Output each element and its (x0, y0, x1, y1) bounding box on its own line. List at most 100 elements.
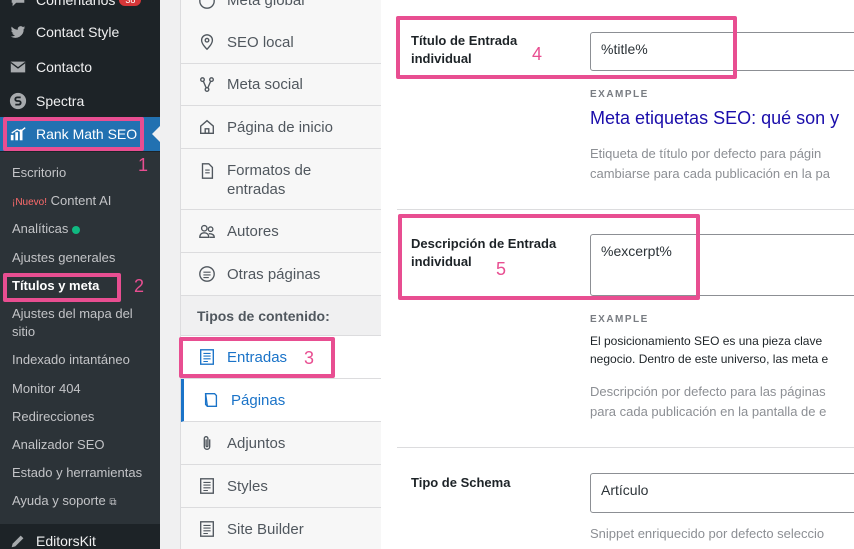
nav-seo-local-label: SEO local (227, 33, 294, 51)
schema-type-select[interactable]: Artículo (590, 473, 854, 513)
annotation-number-3: 3 (304, 348, 315, 368)
submenu-estado[interactable]: Estado y herramientas (12, 464, 154, 482)
current-menu-arrow (152, 126, 160, 142)
nav-meta-social-label: Meta social (227, 76, 303, 93)
nav-autores[interactable]: Autores (181, 210, 381, 253)
submenu-escritorio[interactable]: Escritorio (12, 164, 154, 182)
annotation-number-2: 2 (134, 276, 145, 296)
submenu-ayuda-label: Ayuda y soporte (12, 493, 106, 508)
description-example-line-2: negocio. Dentro de este universo, las me… (590, 352, 829, 366)
nav-otras-paginas[interactable]: Otras páginas (181, 253, 381, 296)
nav-adjuntos[interactable]: Adjuntos (181, 422, 381, 465)
submenu-redirecciones[interactable]: Redirecciones (12, 408, 154, 426)
title-example-label: EXAMPLE (590, 89, 649, 100)
submenu-ajustes-generales[interactable]: Ajustes generales (12, 249, 154, 267)
submenu-monitor-404[interactable]: Monitor 404 (12, 380, 154, 398)
title-template-input[interactable]: %title% (590, 32, 854, 71)
settings-content: Título de Entrada individual %title% EXA… (381, 0, 854, 549)
menu-spectra[interactable]: Spectra (0, 84, 160, 118)
twitter-bird-icon (8, 22, 28, 42)
title-help-line-2: cambiarse para cada publicación en la pa (590, 166, 830, 181)
post-icon (197, 347, 217, 367)
home-icon (197, 117, 217, 137)
separator (397, 447, 854, 448)
paperclip-icon (197, 433, 217, 453)
menu-contact-style[interactable]: Contact Style (0, 15, 160, 49)
wp-admin-sidebar: Comentarios 38 Contact Style Contacto Sp… (0, 0, 160, 549)
post-icon (197, 476, 217, 496)
nav-site-builder[interactable]: Site Builder (181, 508, 381, 549)
menu-rank-math-seo[interactable]: Rank Math SEO (0, 117, 160, 151)
description-template-input[interactable]: %excerpt% (590, 234, 854, 296)
annotation-number-5: 5 (496, 259, 507, 279)
nav-entradas-label: Entradas (227, 348, 288, 366)
title-field-label: Título de Entrada individual (411, 33, 518, 66)
post-icon (197, 519, 217, 539)
document-icon (197, 161, 217, 181)
envelope-icon (8, 57, 28, 77)
spectra-icon (8, 91, 28, 111)
status-dot (72, 225, 81, 234)
schema-field-label: Tipo de Schema (411, 475, 511, 490)
nav-autores-label: Autores (227, 222, 279, 240)
submenu-analizador[interactable]: Analizador SEO (12, 436, 154, 454)
nav-formatos-label: Formatos de entradas (227, 162, 312, 198)
page: Comentarios 38 Contact Style Contacto Sp… (0, 0, 854, 549)
separator (397, 209, 854, 210)
map-pin-icon (197, 32, 217, 52)
list-circle-icon (197, 264, 217, 284)
submenu-content-ai[interactable]: ¡Nuevo! Content AI (12, 192, 154, 212)
description-help-line-2: para cada publicación en la pantalla de … (590, 404, 827, 419)
nav-meta-social[interactable]: Meta social (181, 64, 381, 106)
description-example-label: EXAMPLE (590, 314, 649, 325)
nav-seo-local[interactable]: SEO local (181, 21, 381, 64)
page-icon (201, 390, 221, 410)
nav-pagina-inicio[interactable]: Página de inicio (181, 106, 381, 149)
submenu-titulos-meta[interactable]: Títulos y meta (12, 277, 154, 295)
pencil-icon (8, 531, 28, 549)
rank-math-icon (8, 124, 28, 144)
menu-rank-math-label: Rank Math SEO (36, 126, 138, 142)
menu-contact-style-label: Contact Style (36, 24, 120, 40)
description-help-line-1: Descripción por defecto para las páginas (590, 384, 826, 399)
share-nodes-icon (197, 75, 217, 95)
menu-spectra-label: Spectra (36, 93, 85, 109)
nav-section-tipos: Tipos de contenido: (181, 296, 381, 336)
nuevo-tag: ¡Nuevo! (12, 197, 48, 208)
annotation-number-1: 1 (138, 155, 149, 175)
nav-otras-paginas-label: Otras páginas (227, 265, 321, 283)
nav-styles-label: Styles (227, 477, 268, 495)
rank-math-submenu: Escritorio ¡Nuevo! Content AI Analíticas… (0, 152, 160, 524)
description-example-line-1: El posicionamiento SEO es una pieza clav… (590, 334, 823, 348)
submenu-ajustes-mapa[interactable]: Ajustes del mapa del sitio (12, 305, 154, 341)
submenu-content-ai-label: Content AI (50, 193, 112, 208)
titles-meta-nav: Meta global SEO local Meta social Página… (180, 0, 381, 549)
nav-meta-global[interactable]: Meta global (181, 0, 381, 22)
menu-editorskit-label: EditorsKit (36, 533, 96, 549)
nav-styles[interactable]: Styles (181, 465, 381, 508)
nav-site-builder-label: Site Builder (227, 520, 304, 538)
title-example-preview: Meta etiquetas SEO: qué son y (590, 108, 840, 128)
menu-contact-label: Contacto (36, 59, 93, 75)
nav-entradas[interactable]: Entradas (181, 336, 381, 379)
menu-contact[interactable]: Contacto (0, 50, 160, 84)
nav-paginas-label: Páginas (231, 391, 286, 409)
submenu-ayuda[interactable]: Ayuda y soporte ⧉ (12, 492, 154, 512)
submenu-indexado[interactable]: Indexado intantáneo (12, 351, 154, 369)
nav-formatos[interactable]: Formatos de entradas (181, 149, 381, 210)
annotation-number-4: 4 (532, 44, 543, 64)
submenu-analiticas[interactable]: Analíticas (12, 220, 154, 238)
schema-help: Snippet enriquecido por defecto seleccio (590, 526, 825, 541)
menu-editorskit[interactable]: EditorsKit (0, 524, 160, 549)
users-icon (197, 221, 217, 241)
description-field-label: Descripción de Entrada individual (411, 236, 557, 269)
nav-meta-global-label: Meta global (227, 0, 305, 9)
menu-comments-label: Comentarios (36, 0, 116, 8)
external-link-icon: ⧉ (109, 497, 117, 508)
nav-paginas[interactable]: Páginas (181, 379, 381, 422)
globe-icon (197, 0, 217, 11)
comment-icon (8, 0, 28, 10)
title-help-line-1: Etiqueta de título por defecto para pági… (590, 146, 822, 161)
comments-count-badge: 38 (119, 0, 142, 6)
nav-adjuntos-label: Adjuntos (227, 434, 286, 452)
